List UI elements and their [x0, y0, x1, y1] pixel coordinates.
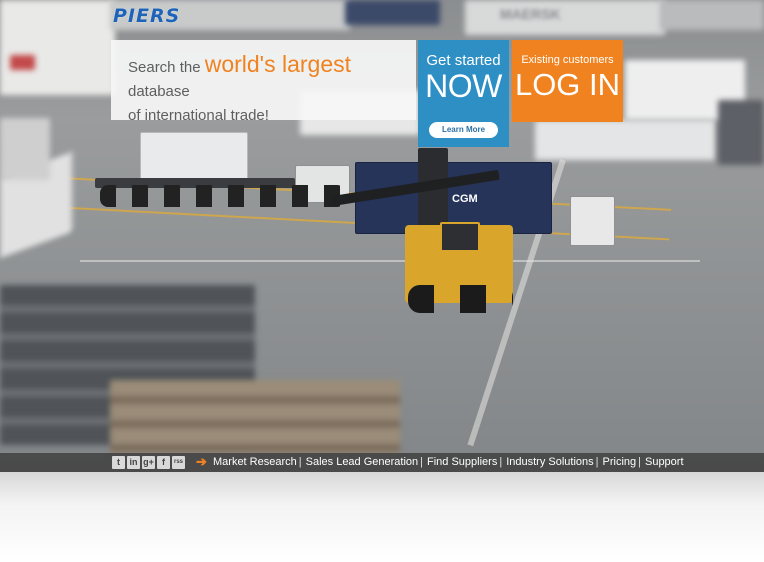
white-container — [140, 132, 248, 184]
container-cgm-label: CGM — [452, 193, 478, 205]
tagline-highlight: world's largest — [204, 51, 351, 77]
nav-sales-lead-generation[interactable]: Sales Lead Generation — [306, 456, 419, 468]
truck-wheels — [100, 185, 345, 207]
tagline-line-1: Search the world's largest database — [128, 52, 416, 104]
facebook-icon[interactable]: f — [157, 456, 170, 469]
container-maersk — [465, 0, 665, 35]
container-stack-top-left — [0, 0, 115, 95]
tagline-panel: Search the world's largest database of i… — [111, 40, 416, 124]
now-label: NOW — [425, 68, 502, 104]
tagline-suffix: database — [128, 83, 190, 100]
parked-truck-left — [0, 118, 50, 180]
container-dark-right — [718, 100, 764, 165]
twitter-icon[interactable]: t — [112, 456, 125, 469]
nav-market-research[interactable]: Market Research — [213, 456, 297, 468]
container-maersk-label: MAERSK — [500, 6, 561, 22]
bottom-fade — [0, 472, 764, 562]
get-started-label: Get started — [426, 52, 501, 69]
learn-more-button[interactable]: Learn More — [429, 122, 498, 138]
truck-cab-2 — [570, 196, 615, 246]
piers-logo[interactable]: PIERS — [113, 5, 180, 27]
rss-icon[interactable]: rss — [172, 456, 185, 469]
footer-nav: Market Research | Sales Lead Generation | Fi… — [213, 456, 684, 468]
social-icons: t in g+ f rss — [112, 456, 185, 469]
container-white-right-2 — [535, 120, 715, 160]
container-stack-top-right — [660, 0, 764, 30]
foreground-containers-2 — [110, 380, 400, 455]
container-red-mark — [10, 55, 35, 70]
arrow-right-icon: ➔ — [196, 454, 207, 469]
forklift-wheels — [408, 285, 513, 313]
road-stripe-2 — [80, 260, 700, 262]
nav-separator: | — [499, 456, 503, 468]
container-stack-top-blue — [345, 0, 440, 25]
forklift-cabin — [440, 222, 480, 252]
nav-industry-solutions[interactable]: Industry Solutions — [506, 456, 593, 468]
nav-separator: | — [595, 456, 599, 468]
nav-separator: | — [420, 456, 424, 468]
nav-pricing[interactable]: Pricing — [603, 456, 637, 468]
existing-customers-label: Existing customers — [521, 54, 614, 66]
nav-separator: | — [298, 456, 302, 468]
nav-separator: | — [638, 456, 641, 468]
login-label: LOG IN — [514, 67, 621, 102]
get-started-panel: Get started NOW Learn More — [418, 40, 509, 147]
nav-support[interactable]: Support — [645, 456, 684, 468]
tagline-prefix: Search the — [128, 59, 205, 76]
google-plus-icon[interactable]: g+ — [142, 456, 155, 469]
footer-bar: t in g+ f rss ➔ Market Research | Sales Le… — [0, 453, 764, 472]
linkedin-icon[interactable]: in — [127, 456, 140, 469]
nav-find-suppliers[interactable]: Find Suppliers — [427, 456, 497, 468]
tagline-line-2: of international trade! — [128, 107, 269, 124]
login-button[interactable]: Existing customers LOG IN — [512, 40, 623, 122]
